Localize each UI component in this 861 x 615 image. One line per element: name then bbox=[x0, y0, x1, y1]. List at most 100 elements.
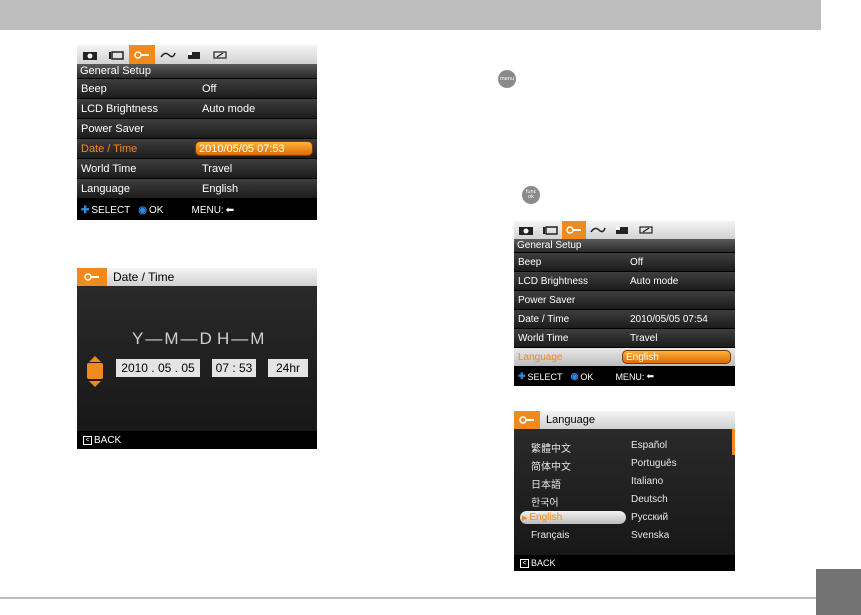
sub-title: Language bbox=[546, 414, 595, 426]
menu-button-icon: menu bbox=[498, 70, 516, 88]
menu-row-power-saver[interactable]: Power Saver bbox=[514, 291, 735, 310]
row-value: Travel bbox=[630, 332, 658, 344]
hm-label: H—M bbox=[217, 329, 267, 348]
menu-row-power-saver[interactable]: Power Saver bbox=[77, 119, 317, 139]
menu-row-world-time[interactable]: World Time Travel bbox=[77, 159, 317, 179]
row-value: Auto mode bbox=[630, 275, 679, 287]
bottom-rule bbox=[0, 597, 821, 599]
top-banner bbox=[0, 0, 821, 30]
ok-icon: ◉ bbox=[138, 204, 148, 216]
menu-row-lcd-brightness[interactable]: LCD Brightness Auto mode bbox=[514, 272, 735, 291]
date-time-screen: Date / Time Y—M—D H—M 2010 . 05 . 05 07 … bbox=[77, 268, 317, 449]
lang-item[interactable]: 日本語 bbox=[531, 476, 561, 491]
setup-key-icon bbox=[514, 411, 540, 429]
lang-item[interactable]: Português bbox=[631, 458, 677, 469]
setup-key-tab-icon[interactable] bbox=[562, 221, 586, 239]
scrollbar[interactable] bbox=[732, 429, 735, 455]
lang-item[interactable]: Deutsch bbox=[631, 494, 668, 505]
month-value: 05 bbox=[157, 361, 172, 375]
setup-key-tab-icon[interactable] bbox=[129, 45, 155, 64]
card-tab-icon[interactable] bbox=[610, 221, 634, 239]
menu-footer: ✚ SELECT ◉ OK MENU: ⬅ bbox=[77, 200, 317, 220]
lang-item[interactable]: Svenska bbox=[631, 530, 669, 541]
menu-row-date-time[interactable]: Date / Time 2010/05/05 07:53 bbox=[77, 139, 317, 159]
menu-tabs bbox=[514, 221, 735, 239]
camera-tab-icon[interactable] bbox=[514, 221, 538, 239]
row-label: Date / Time bbox=[81, 142, 138, 155]
menu-tabs bbox=[77, 45, 317, 64]
footer-menu: MENU: bbox=[615, 371, 645, 382]
row-label: LCD Brightness bbox=[518, 275, 589, 287]
footer-ok: OK bbox=[149, 204, 164, 216]
footer-select: SELECT bbox=[527, 371, 563, 382]
menu-row-beep[interactable]: Beep Off bbox=[514, 253, 735, 272]
sub-header: Date / Time bbox=[77, 268, 317, 286]
lang-item[interactable]: Français bbox=[531, 530, 569, 541]
time-field[interactable]: 07 : 53 bbox=[212, 359, 256, 377]
menu-row-lcd-brightness[interactable]: LCD Brightness Auto mode bbox=[77, 99, 317, 119]
lang-item[interactable]: Italiano bbox=[631, 476, 663, 487]
row-value: Off bbox=[202, 82, 217, 95]
row-value: Travel bbox=[202, 162, 233, 175]
date-time-body: Y—M—D H—M 2010 . 05 . 05 07 : 53 24hr bbox=[77, 286, 317, 449]
menu-rows: Beep Off LCD Brightness Auto mode Power Sa… bbox=[514, 253, 735, 367]
menu-header: General Setup bbox=[77, 64, 317, 78]
lang-item[interactable]: 简体中文 bbox=[531, 458, 571, 473]
menu-row-language[interactable]: Language English bbox=[514, 348, 735, 367]
row-value: 2010/05/05 07:53 bbox=[199, 142, 285, 155]
menu-row-language[interactable]: Language English bbox=[77, 179, 317, 199]
row-label: LCD Brightness bbox=[81, 102, 159, 115]
video-tab-icon[interactable] bbox=[103, 45, 129, 64]
lang-item[interactable]: 한국어 bbox=[531, 494, 559, 509]
format-field[interactable]: 24hr bbox=[268, 359, 308, 377]
battery-tab-icon[interactable] bbox=[207, 45, 233, 64]
general-setup-screen-2: General Setup Beep Off LCD Brightness Auto… bbox=[514, 221, 735, 386]
lang-item[interactable]: Русский bbox=[631, 512, 668, 523]
menu-footer: ✚ SELECT ◉ OK MENU: ⬅ bbox=[514, 367, 735, 386]
return-icon: ⬅ bbox=[646, 371, 654, 381]
footer-select: SELECT bbox=[91, 204, 131, 216]
adjust-arrows-icon[interactable] bbox=[87, 356, 103, 388]
camera-tab-icon[interactable] bbox=[77, 45, 103, 64]
lang-item[interactable]: Español bbox=[631, 440, 667, 451]
general-setup-screen-1: General Setup Beep Off LCD Brightness Auto… bbox=[77, 45, 317, 220]
language-footer: < BACK bbox=[514, 555, 735, 571]
row-value: English bbox=[626, 351, 659, 363]
wave-tab-icon[interactable] bbox=[155, 45, 181, 64]
lang-item[interactable]: 繁體中文 bbox=[531, 440, 571, 455]
selected-marker-icon: ▶ bbox=[522, 515, 528, 522]
row-label: Beep bbox=[518, 256, 542, 268]
lang-item-label: English bbox=[529, 512, 563, 523]
footer-menu: MENU: bbox=[191, 204, 224, 216]
dpad-icon: ✚ bbox=[518, 371, 526, 381]
back-label[interactable]: BACK bbox=[94, 435, 121, 446]
func-button-label: func ok bbox=[525, 189, 537, 200]
row-value: 2010/05/05 07:54 bbox=[630, 313, 708, 325]
row-label: World Time bbox=[518, 332, 569, 344]
year-value: 2010 bbox=[121, 361, 148, 375]
menu-row-date-time[interactable]: Date / Time 2010/05/05 07:54 bbox=[514, 310, 735, 329]
menu-row-beep[interactable]: Beep Off bbox=[77, 79, 317, 99]
lang-item-selected[interactable]: ▶ English bbox=[522, 512, 562, 523]
row-value: Off bbox=[630, 256, 644, 268]
battery-tab-icon[interactable] bbox=[634, 221, 658, 239]
time-value: 07 : 53 bbox=[215, 361, 253, 375]
language-body: 繁體中文 简体中文 日本語 한국어 ▶ English Français Espa… bbox=[514, 429, 735, 571]
row-label: Beep bbox=[81, 82, 107, 95]
date-time-footer: < BACK bbox=[77, 431, 317, 449]
wave-tab-icon[interactable] bbox=[586, 221, 610, 239]
row-label: Power Saver bbox=[518, 294, 576, 306]
dpad-icon: ✚ bbox=[81, 204, 90, 216]
menu-row-world-time[interactable]: World Time Travel bbox=[514, 329, 735, 348]
page-number-tab bbox=[816, 569, 861, 615]
card-tab-icon[interactable] bbox=[181, 45, 207, 64]
back-label[interactable]: BACK bbox=[531, 558, 556, 568]
row-label: Power Saver bbox=[81, 122, 144, 135]
video-tab-icon[interactable] bbox=[538, 221, 562, 239]
back-icon: < bbox=[520, 558, 529, 568]
row-label: Language bbox=[81, 182, 130, 195]
day-value: 05 bbox=[181, 361, 195, 375]
date-field[interactable]: 2010 . 05 . 05 bbox=[116, 359, 200, 377]
row-value: Auto mode bbox=[202, 102, 256, 115]
sub-header: Language bbox=[514, 411, 735, 429]
